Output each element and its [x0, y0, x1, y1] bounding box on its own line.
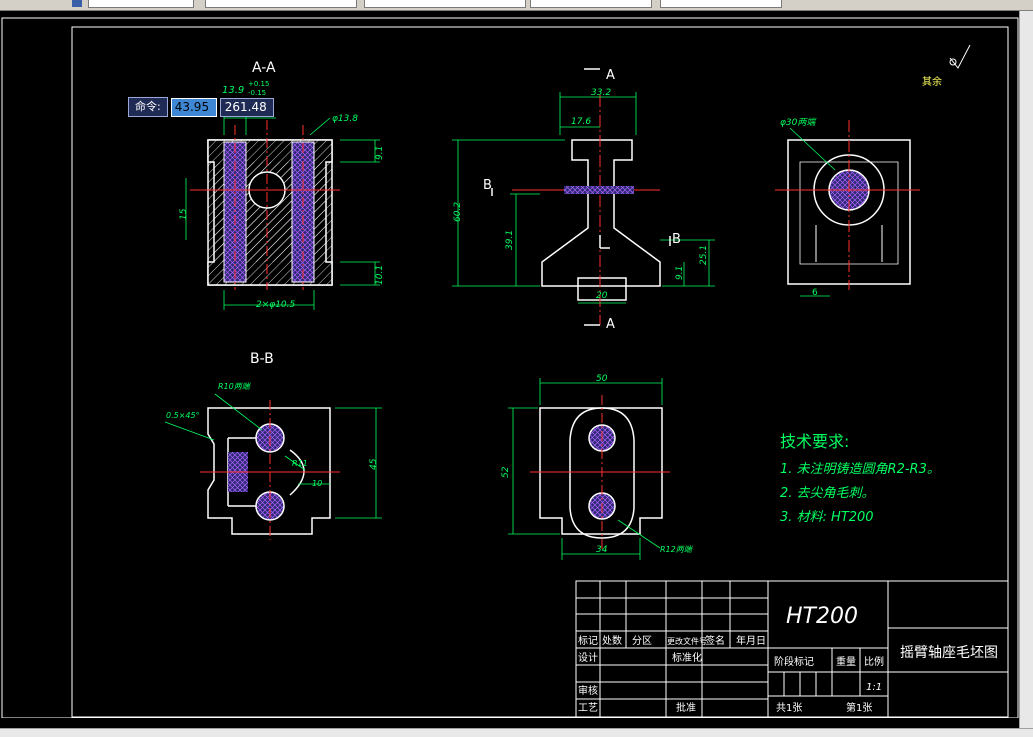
tb-sign: 签名	[705, 634, 725, 647]
tb-review: 审核	[578, 684, 598, 697]
tb-mark: 标记	[578, 635, 598, 647]
tech-req-item3: 3. 材料: HT200	[780, 510, 874, 525]
tech-req-item2: 2. 去尖角毛刺。	[780, 486, 875, 501]
side-view-dims	[789, 127, 836, 297]
section-bb-title: B-B	[250, 351, 274, 367]
side-view	[775, 120, 920, 290]
tb-count: 处数	[602, 634, 622, 647]
tb-stage-mark: 阶段标记	[774, 655, 814, 668]
dim-60-2: 60.2	[453, 202, 463, 222]
dim-chamfer: 0.5×45°	[166, 411, 200, 420]
tb-zone: 分区	[632, 635, 652, 647]
section-aa-title: A-A	[252, 60, 276, 76]
dim-r12: R12两端	[660, 545, 693, 554]
marker-b-right: B	[672, 232, 681, 247]
dim-r10: R10两端	[218, 382, 251, 391]
tb-approve: 批准	[676, 701, 696, 714]
outer-frame	[1, 17, 1019, 718]
title-drawing-name: 摇臂轴座毛坯图	[900, 645, 998, 661]
dim-45: 45	[369, 458, 379, 470]
marker-b-left: B	[483, 178, 492, 193]
inner-frame	[71, 26, 1009, 718]
coord-y-input[interactable]: 261.48	[219, 97, 274, 117]
tb-scale-value: 1:1	[866, 682, 882, 693]
top-view	[530, 395, 670, 550]
section-bb-view	[200, 400, 340, 540]
dim-13-9: 13.9	[222, 85, 244, 96]
dim-2phi10-5: 2×φ10.5	[256, 300, 296, 310]
tb-design: 设计	[578, 651, 598, 664]
tech-req-title: 技术要求:	[780, 432, 849, 451]
marker-a-bottom: A	[606, 317, 615, 332]
dim-25-1: 25.1	[699, 245, 709, 265]
tb-scale: 比例	[864, 655, 884, 668]
dim-6: 6	[812, 288, 818, 298]
front-view	[512, 95, 661, 325]
dim-phi13-8: φ13.8	[332, 114, 358, 124]
tb-date: 年月日	[736, 634, 766, 647]
tech-req-item1: 1. 未注明铸造圆角R2-R3。	[780, 462, 940, 477]
top-view-dims	[508, 378, 663, 560]
tb-weight: 重量	[836, 655, 856, 668]
dynamic-input-tooltip: 命令: 43.95 261.48	[128, 97, 274, 117]
title-material: HT200	[786, 604, 858, 629]
dim-17-6: 17.6	[571, 117, 591, 127]
dim-phi30: φ30两端	[780, 117, 817, 128]
dim-34: 34	[596, 545, 608, 555]
roughness-symbol	[949, 44, 971, 69]
title-block-labels: 标记 处数 分区 更改文件号 签名 年月日 设计 标准化 阶段标记 重量 比例 …	[578, 634, 884, 714]
horizontal-scrollbar[interactable]	[0, 728, 1033, 737]
dim-52: 52	[501, 466, 511, 478]
dim-15: 15	[179, 208, 189, 220]
tb-process: 工艺	[578, 702, 598, 714]
dim-39-1: 39.1	[505, 230, 515, 250]
dim-r11: R11	[292, 459, 308, 468]
marker-a-top: A	[606, 68, 615, 83]
tb-standardize: 标准化	[672, 651, 702, 664]
dim-50: 50	[596, 374, 608, 384]
dim-10: 10	[312, 479, 322, 488]
section-aa-view	[190, 120, 340, 290]
dim-10-1: 10.1	[375, 265, 385, 285]
coord-x-input[interactable]: 43.95	[170, 97, 217, 117]
vertical-scrollbar[interactable]	[1019, 11, 1033, 729]
dim-9-1-a: 9.1	[375, 146, 385, 160]
command-label: 命令:	[128, 97, 168, 117]
dim-9-1-b: 9.1	[675, 266, 685, 280]
tb-total-sheets: 共1张	[776, 702, 802, 714]
dim-33-2: 33.2	[591, 88, 611, 98]
tb-sheet-no: 第1张	[846, 701, 872, 714]
roughness-text: 其余	[922, 75, 942, 88]
dim-tol-plus: +0.15	[248, 80, 269, 88]
dim-20: 20	[596, 291, 608, 301]
dim-tol-minus: -0.15	[248, 89, 266, 97]
tb-docno: 更改文件号	[667, 636, 707, 646]
